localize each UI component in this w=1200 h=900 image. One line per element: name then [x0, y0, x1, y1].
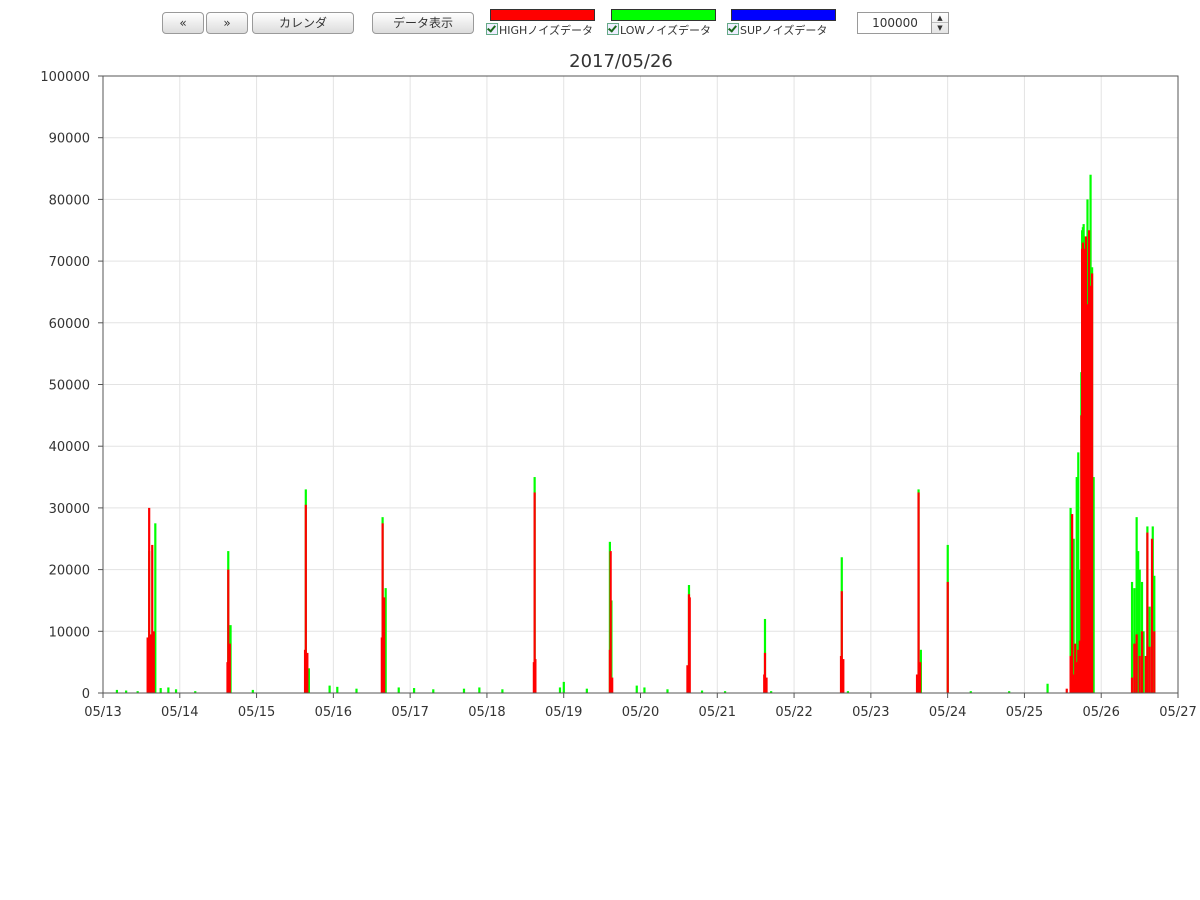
y-tick-label: 30000 — [49, 502, 90, 517]
data-spike — [1065, 688, 1068, 693]
y-tick-label: 0 — [82, 687, 90, 702]
x-tick-label: 05/16 — [315, 705, 352, 720]
data-spike — [432, 689, 435, 693]
data-spike — [478, 687, 481, 693]
sup-noise-toggle[interactable]: SUPノイズデータ — [727, 23, 841, 37]
noise-chart: 0 10000 20000 30000 40000 50000 60000 70000 8000… — [40, 51, 1196, 720]
grid — [102, 75, 1179, 694]
data-spike — [1130, 581, 1134, 693]
data-spike — [1153, 631, 1156, 693]
low-noise-toggle[interactable]: LOWノイズデータ — [607, 23, 719, 37]
data-spike — [355, 688, 358, 693]
ymax-input[interactable] — [858, 13, 932, 33]
y-tick-label: 20000 — [49, 564, 90, 579]
x-tick-label: 05/26 — [1082, 705, 1119, 720]
axes: 0 10000 20000 30000 40000 50000 60000 70000 8000… — [40, 70, 1196, 720]
data-spike — [585, 688, 588, 693]
high-noise-toggle[interactable]: HIGHノイズデータ — [486, 23, 598, 37]
stepper-arrows[interactable]: ▲ ▼ — [931, 13, 948, 33]
data-spike — [383, 597, 386, 693]
data-spike — [558, 687, 562, 693]
data-spike — [412, 688, 416, 693]
y-tick-label: 60000 — [49, 317, 90, 332]
data-spike — [336, 686, 339, 693]
data-spike — [1135, 634, 1138, 693]
data-spike — [611, 677, 614, 693]
data-spike — [1138, 655, 1141, 693]
data-spike — [1046, 683, 1049, 693]
chart-title: 2017/05/26 — [569, 51, 673, 72]
chevron-down-icon[interactable]: ▼ — [932, 23, 948, 33]
data-spike — [1148, 646, 1151, 693]
data-spike — [842, 659, 845, 693]
data-spike — [688, 597, 691, 693]
checkbox-icon[interactable] — [486, 23, 498, 35]
sup-noise-label: SUPノイズデータ — [740, 24, 828, 37]
data-spike — [1091, 273, 1094, 693]
low-noise-swatch — [611, 9, 716, 21]
data-spike — [328, 685, 331, 693]
x-tick-label: 05/20 — [622, 705, 659, 720]
data-spike — [1133, 643, 1136, 693]
data-spike — [174, 689, 178, 693]
x-tick-label: 05/17 — [391, 705, 428, 720]
y-tick-label: 100000 — [40, 70, 90, 85]
data-spike — [765, 677, 768, 693]
data-spike — [306, 652, 309, 693]
x-tick-label: 05/13 — [84, 705, 121, 720]
x-tick-label: 05/15 — [238, 705, 275, 720]
data-spike — [1071, 514, 1074, 693]
data-spike — [1140, 631, 1144, 693]
checkbox-icon[interactable] — [607, 23, 619, 35]
low-noise-label: LOWノイズデータ — [620, 24, 711, 37]
y-tick-label: 10000 — [49, 625, 90, 640]
next-button[interactable]: » — [206, 12, 248, 34]
x-tick-label: 05/24 — [929, 705, 966, 720]
x-tick-label: 05/21 — [699, 705, 736, 720]
x-tick-label: 05/14 — [161, 705, 198, 720]
x-tick-label: 05/19 — [545, 705, 582, 720]
data-spike — [946, 581, 949, 693]
data-spike — [643, 687, 646, 693]
data-spike — [666, 689, 669, 693]
y-tick-label: 50000 — [49, 379, 90, 394]
checkbox-icon[interactable] — [727, 23, 739, 35]
data-spike — [1130, 677, 1134, 693]
y-tick-label: 80000 — [49, 193, 90, 208]
chevron-up-icon[interactable]: ▲ — [932, 13, 948, 23]
data-spike — [562, 681, 565, 693]
data-spike — [1146, 532, 1149, 693]
data-spike — [159, 688, 162, 693]
show-data-button[interactable]: データ表示 — [372, 12, 474, 34]
x-tick-label: 05/25 — [1006, 705, 1043, 720]
data-spike — [1150, 538, 1154, 693]
data-spike — [635, 685, 638, 693]
x-tick-label: 05/23 — [852, 705, 889, 720]
prev-button[interactable]: « — [162, 12, 204, 34]
data-spike — [462, 688, 466, 693]
data-spike — [152, 631, 155, 693]
data-spike — [534, 659, 537, 693]
high-noise-label: HIGHノイズデータ — [499, 24, 593, 37]
y-tick-label: 40000 — [49, 440, 90, 455]
data-spike — [609, 551, 612, 693]
high-noise-swatch — [490, 9, 595, 21]
sup-noise-swatch — [731, 9, 836, 21]
x-tick-label: 05/27 — [1159, 705, 1196, 720]
calendar-button[interactable]: カレンダ — [252, 12, 354, 34]
series-high-noise — [146, 230, 1156, 694]
ymax-stepper[interactable]: ▲ ▼ — [857, 12, 949, 34]
data-spike — [501, 689, 504, 693]
data-spike — [397, 687, 400, 693]
x-tick-label: 05/18 — [468, 705, 505, 720]
data-spike — [919, 662, 922, 693]
series-low-noise — [115, 174, 1156, 694]
data-spike — [167, 687, 170, 693]
y-tick-label: 70000 — [49, 255, 90, 270]
y-tick-label: 90000 — [49, 132, 90, 147]
series-layer — [115, 174, 1156, 694]
x-tick-label: 05/22 — [775, 705, 812, 720]
data-spike — [228, 643, 231, 693]
toolbar: « » カレンダ データ表示 HIGHノイズデータ LOWノイズデータ SUPノ… — [0, 0, 1200, 50]
